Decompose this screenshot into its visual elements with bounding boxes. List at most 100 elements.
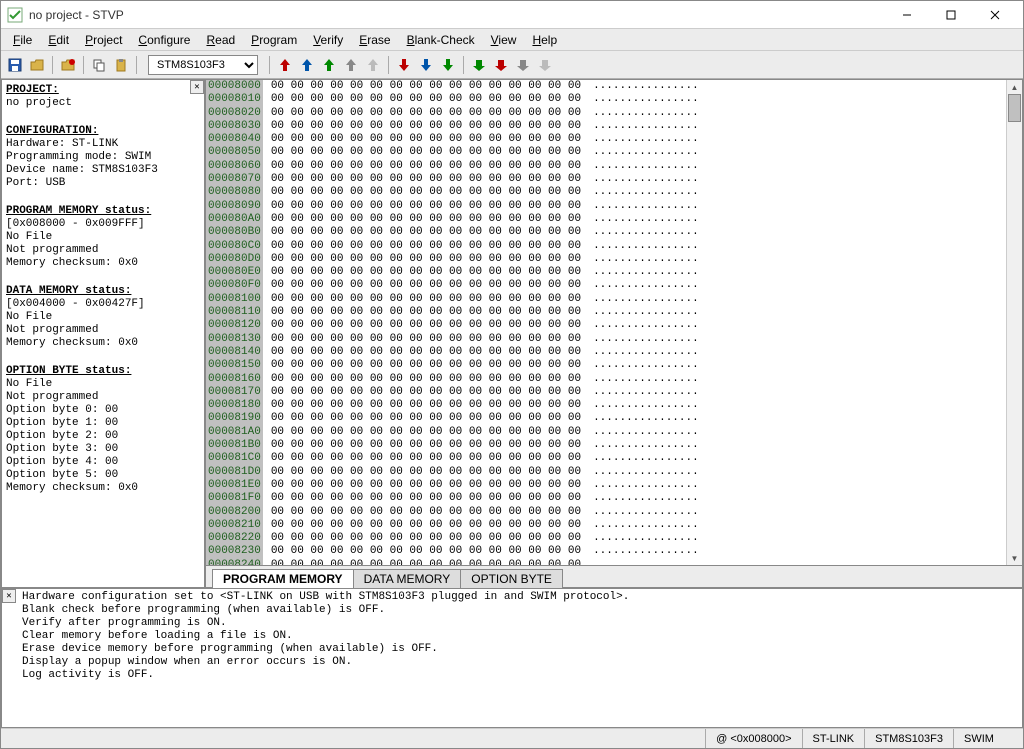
prog-line: Not programmed [6,244,200,257]
hex-editor: 0000800000008010000080200000803000008040… [205,79,1023,588]
program-red-icon[interactable] [394,55,414,75]
separator [83,56,84,74]
main-area: ✕ PROJECT: no project CONFIGURATION: Har… [1,79,1023,588]
log-content: Hardware configuration set to <ST-LINK o… [6,591,1018,682]
open-icon[interactable] [27,55,47,75]
tab-data-memory[interactable]: DATA MEMORY [353,569,462,588]
log-line: Clear memory before loading a file is ON… [22,630,1018,643]
menu-configure[interactable]: Configure [130,31,198,49]
verify-green-icon[interactable] [513,55,533,75]
data-line: Memory checksum: 0x0 [6,337,200,350]
close-button[interactable] [973,2,1017,28]
menu-read[interactable]: Read [198,31,243,49]
tab-program-memory[interactable]: PROGRAM MEMORY [212,569,354,588]
maximize-button[interactable] [929,2,973,28]
prog-mem-heading: PROGRAM MEMORY status: [6,205,200,218]
separator [463,56,464,74]
separator [136,56,137,74]
opt-line: Option byte 0: 00 [6,404,200,417]
menubar: FileEditProjectConfigureReadProgramVerif… [1,29,1023,51]
log-line: Blank check before programming (when ava… [22,604,1018,617]
data-mem-heading: DATA MEMORY status: [6,285,200,298]
status-link: ST-LINK [802,729,865,748]
status-address: @ <0x008000> [705,729,801,748]
verify-red-icon[interactable] [469,55,489,75]
menu-program[interactable]: Program [243,31,305,49]
window-title: no project - STVP [29,8,885,22]
opt-line: Memory checksum: 0x0 [6,482,200,495]
ascii-column: ........................................… [589,80,703,565]
read-blue-icon[interactable] [297,55,317,75]
project-name: no project [6,97,200,110]
opt-line: Option byte 1: 00 [6,417,200,430]
status-device: STM8S103F3 [864,729,953,748]
hex-bytes-column[interactable]: 00 00 00 00 00 00 00 00 00 00 00 00 00 0… [263,80,589,565]
minimize-button[interactable] [885,2,929,28]
log-line: Display a popup window when an error occ… [22,656,1018,669]
address-column: 0000800000008010000080200000803000008040… [206,80,263,565]
opt-line: Option byte 2: 00 [6,430,200,443]
info-panel: ✕ PROJECT: no project CONFIGURATION: Har… [1,79,205,588]
status-mode: SWIM [953,729,1023,748]
read-green-icon[interactable] [319,55,339,75]
config-line: Port: USB [6,177,200,190]
opt-line: No File [6,378,200,391]
read-red-icon[interactable] [275,55,295,75]
tab-option-byte[interactable]: OPTION BYTE [460,569,563,588]
scroll-down-icon[interactable]: ▼ [1007,551,1022,565]
app-icon [7,7,23,23]
opt-line: Not programmed [6,391,200,404]
prog-line: [0x008000 - 0x009FFF] [6,218,200,231]
menu-file[interactable]: File [5,31,40,49]
vertical-scrollbar[interactable]: ▲ ▼ [1006,80,1022,565]
config-line: Hardware: ST-LINK [6,138,200,151]
config-line: Programming mode: SWIM [6,151,200,164]
memory-tabs: PROGRAM MEMORYDATA MEMORYOPTION BYTE [206,565,1022,587]
menu-view[interactable]: View [483,31,525,49]
panel-close-icon[interactable]: ✕ [190,80,204,94]
menu-project[interactable]: Project [77,31,130,49]
prog-line: Memory checksum: 0x0 [6,257,200,270]
log-line: Verify after programming is ON. [22,617,1018,630]
copy-icon[interactable] [89,55,109,75]
paste-icon[interactable] [111,55,131,75]
menu-verify[interactable]: Verify [305,31,351,49]
scroll-up-icon[interactable]: ▲ [1007,80,1022,94]
log-line: Erase device memory before programming (… [22,643,1018,656]
data-line: Not programmed [6,324,200,337]
menu-blankcheck[interactable]: Blank-Check [399,31,483,49]
option-byte-heading: OPTION BYTE status: [6,365,200,378]
window-controls [885,2,1017,28]
separator [388,56,389,74]
prog-line: No File [6,231,200,244]
verify-disabled-icon[interactable] [535,55,555,75]
config-heading: CONFIGURATION: [6,125,200,138]
save-icon[interactable] [5,55,25,75]
program-blue-icon[interactable] [416,55,436,75]
opt-line: Option byte 5: 00 [6,469,200,482]
verify-blue-icon[interactable] [491,55,511,75]
read-all-icon[interactable] [341,55,361,75]
data-line: [0x004000 - 0x00427F] [6,298,200,311]
new-project-icon[interactable] [58,55,78,75]
titlebar: no project - STVP [1,1,1023,29]
separator [269,56,270,74]
log-close-icon[interactable]: ✕ [2,589,16,603]
statusbar: @ <0x008000> ST-LINK STM8S103F3 SWIM [1,728,1023,748]
scroll-thumb[interactable] [1008,94,1021,122]
read-disabled-icon[interactable] [363,55,383,75]
config-line: Device name: STM8S103F3 [6,164,200,177]
menu-erase[interactable]: Erase [351,31,398,49]
menu-help[interactable]: Help [524,31,565,49]
data-line: No File [6,311,200,324]
opt-line: Option byte 4: 00 [6,456,200,469]
toolbar: STM8S103F3 [1,51,1023,79]
separator [52,56,53,74]
log-line: Hardware configuration set to <ST-LINK o… [22,591,1018,604]
program-green-icon[interactable] [438,55,458,75]
opt-line: Option byte 3: 00 [6,443,200,456]
device-select[interactable]: STM8S103F3 [148,55,258,75]
log-panel: ✕ Hardware configuration set to <ST-LINK… [1,588,1023,728]
project-heading: PROJECT: [6,84,200,97]
menu-edit[interactable]: Edit [40,31,77,49]
